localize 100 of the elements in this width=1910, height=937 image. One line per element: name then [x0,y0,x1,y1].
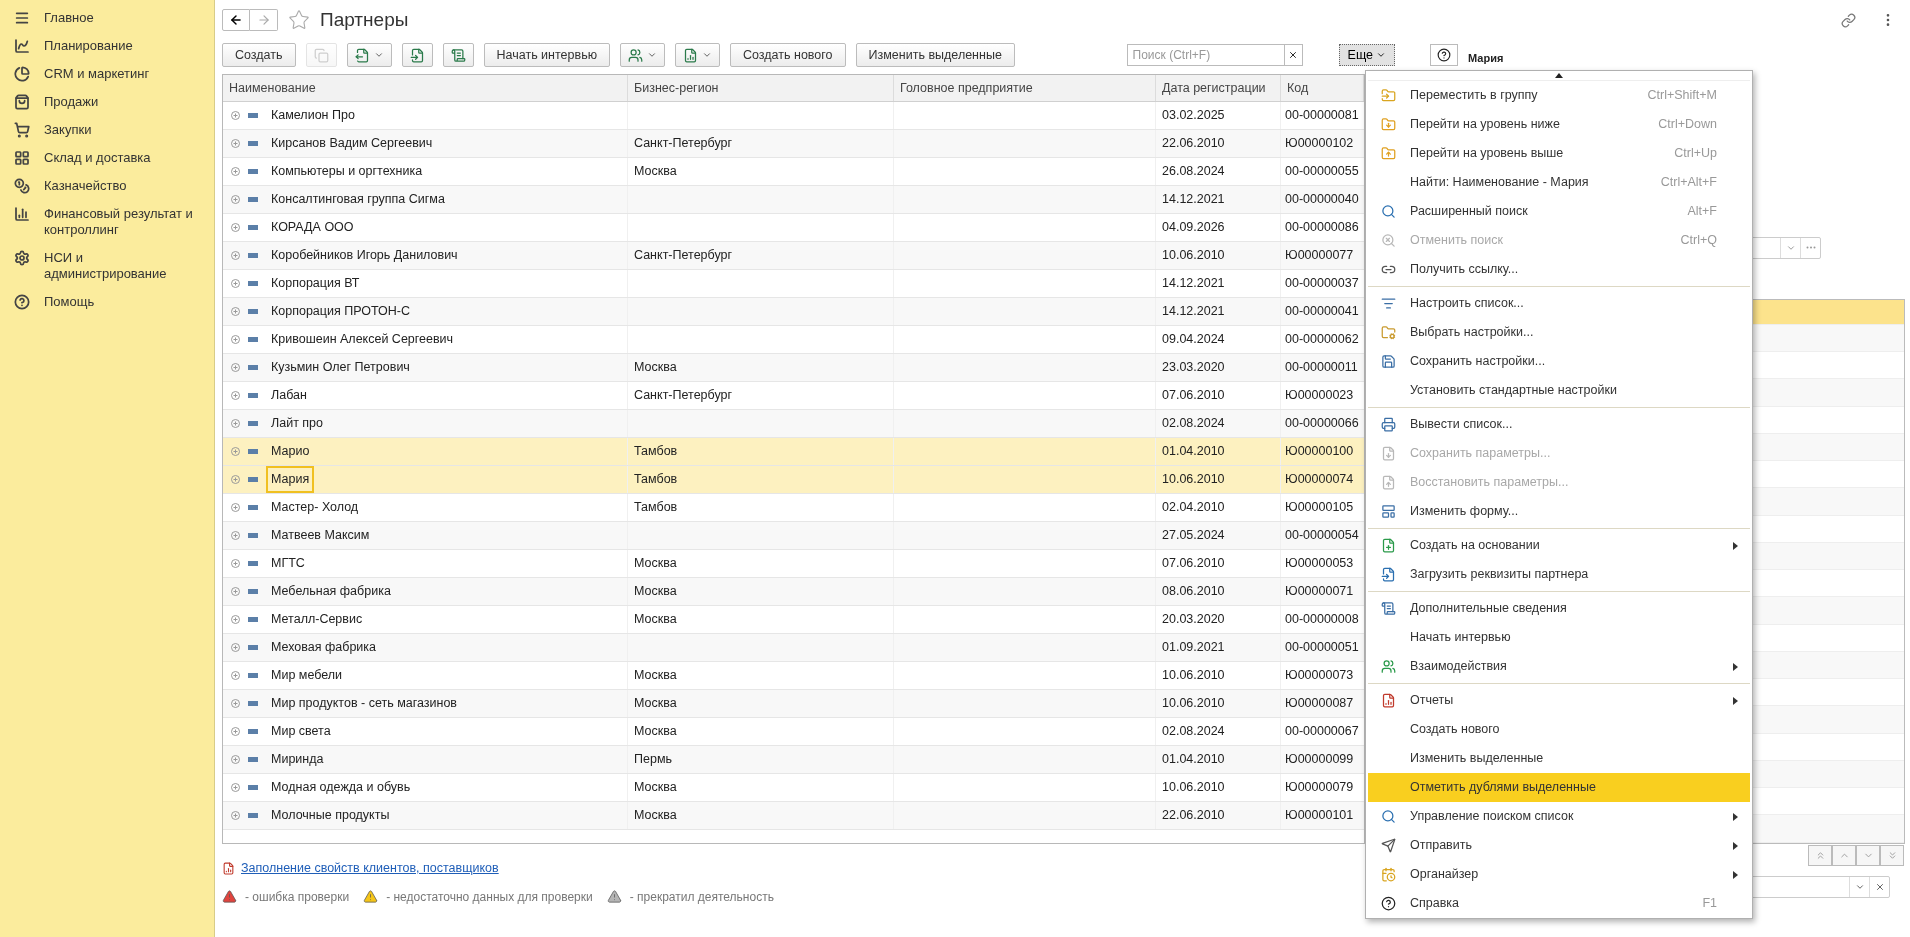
date-cell-text: 10.06.2010 [1162,667,1225,685]
table-row[interactable]: Меховая фабрика 01.09.2021 00-00000051 [223,634,1364,662]
name-cell-text: МГТС [270,555,306,573]
region-cell-text: Москва [634,807,677,825]
menu-item[interactable]: Вывести список... [1368,410,1750,439]
shortcut-label: Alt+F [1687,203,1717,221]
date-cell-text: 08.06.2010 [1162,583,1225,601]
name-cell-text: Матвеев Максим [270,527,371,545]
menu-item[interactable]: Сохранить настройки... [1368,347,1750,376]
table-row[interactable]: Мир продуктов - сеть магазинов Москва 10.06.2010 Ю00000087 [223,690,1364,718]
region-cell-text: Тамбов [634,499,678,517]
name-cell-text: Металл-Сервис [270,611,364,629]
date-cell-text: 22.06.2010 [1162,807,1225,825]
menu-item[interactable]: Органайзер [1368,860,1750,889]
column-header[interactable]: Дата регистрации [1156,75,1281,101]
code-cell-text: 00-00000066 [1285,415,1359,433]
sidebar-item[interactable]: Планирование [0,32,214,60]
table-row[interactable]: Матвеев Максим 27.05.2024 00-00000054 [223,522,1364,550]
table-row[interactable]: Лайт про 02.08.2024 00-00000066 [223,410,1364,438]
table-row[interactable]: Молочные продукты Москва 22.06.2010 Ю00000101 [223,802,1364,830]
code-cell-text: Ю00000053 [1285,555,1354,573]
menu-item[interactable]: Найти: Наименование - Мария Ctrl+Alt+F [1368,168,1750,197]
code-cell-text: 00-00000086 [1285,219,1359,237]
menu-item[interactable]: Настроить список... [1368,289,1750,318]
menu-item[interactable]: Переместить в группу Ctrl+Shift+M [1368,81,1750,110]
menu-item[interactable]: Перейти на уровень ниже Ctrl+Down [1368,110,1750,139]
sidebar-item[interactable]: Продажи [0,88,214,116]
sidebar-item[interactable]: Закупки [0,116,214,144]
region-cell-text: Тамбов [634,471,678,489]
menu-item[interactable]: Создать на основании [1368,531,1750,560]
region-cell-text: Москва [634,723,677,741]
menu-item[interactable]: Отчеты [1368,686,1750,715]
column-header[interactable]: Бизнес-регион [628,75,894,101]
region-cell-text: Санкт-Петербург [634,387,733,405]
toolbar-button[interactable]: Изменить выделенные [855,43,1015,67]
code-cell-text: Ю00000105 [1285,499,1354,517]
table-row[interactable]: Консалтинговая группа Сигма 14.12.2021 00-00000040 [223,186,1364,214]
sidebar-item[interactable]: Помощь [0,288,214,316]
table-row[interactable]: Мария Тамбов 10.06.2010 Ю00000074 [223,466,1364,494]
table-row[interactable]: Корпорация ПРОТОН-С 14.12.2021 00-00000041 [223,298,1364,326]
menu-item[interactable]: Расширенный поиск Alt+F [1368,197,1750,226]
menu-item[interactable]: Изменить выделенные [1368,744,1750,773]
menu-item[interactable]: Дополнительные сведения [1368,594,1750,623]
table-row[interactable]: Марио Тамбов 01.04.2010 Ю00000100 [223,438,1364,466]
region-cell-text: Москва [634,163,677,181]
menu-item[interactable]: Выбрать настройки... [1368,318,1750,347]
table-row[interactable]: Мир света Москва 02.08.2024 00-00000067 [223,718,1364,746]
more-button[interactable]: Еще [1338,44,1395,66]
table-row[interactable]: Кирсанов Вадим Сергеевич Санкт-Петербург 22.06.2010 Ю00000102 [223,130,1364,158]
date-cell-text: 14.12.2021 [1162,191,1225,209]
column-header[interactable]: Наименование [223,75,628,101]
region-cell-text: Санкт-Петербург [634,247,733,265]
table-row[interactable]: Модная одежда и обувь Москва 10.06.2010 Ю00000079 [223,774,1364,802]
table-row[interactable]: Кузьмин Олег Петрович Москва 23.03.2020 00-00000011 [223,354,1364,382]
menu-item[interactable]: Отметить дублями выделенные [1368,773,1750,802]
table-row[interactable]: Мастер- Холод Тамбов 02.04.2010 Ю00000105 [223,494,1364,522]
date-cell-text: 23.03.2020 [1162,359,1225,377]
menu-item[interactable]: Установить стандартные настройки [1368,376,1750,405]
table-row[interactable]: Мебельная фабрика Москва 08.06.2010 Ю00000071 [223,578,1364,606]
table-row[interactable]: Компьютеры и оргтехника Москва 26.08.2024 00-00000055 [223,158,1364,186]
date-cell-text: 27.05.2024 [1162,527,1225,545]
column-header[interactable]: Головное предприятие [894,75,1156,101]
table-row[interactable]: Миринда Пермь 01.04.2010 Ю00000099 [223,746,1364,774]
column-header[interactable]: Код [1281,75,1364,101]
menu-item[interactable]: Отправить [1368,831,1750,860]
table-row[interactable]: Мир мебели Москва 10.06.2010 Ю00000073 [223,662,1364,690]
menu-item[interactable]: Управление поиском список [1368,802,1750,831]
sidebar-item[interactable]: НСИ и администрирование [0,244,214,288]
region-cell-text: Москва [634,667,677,685]
toolbar-button[interactable]: Создать [222,43,296,67]
toolbar-button[interactable]: Начать интервью [483,43,611,67]
menu-item[interactable]: Получить ссылку... [1368,255,1750,284]
sidebar-item[interactable]: CRM и маркетинг [0,60,214,88]
search-field[interactable]: Поиск (Ctrl+F) [1126,44,1285,66]
table-row[interactable]: Корпорация ВТ 14.12.2021 00-00000037 [223,270,1364,298]
table-row[interactable]: Камелион Про 03.02.2025 00-00000081 [223,102,1364,130]
menu-item[interactable]: Перейти на уровень выше Ctrl+Up [1368,139,1750,168]
name-cell-text: Лайт про [270,415,324,433]
menu-item[interactable]: Взаимодействия [1368,652,1750,681]
menu-item[interactable]: Изменить форму... [1368,497,1750,526]
menu-item[interactable]: Начать интервью [1368,623,1750,652]
table-row[interactable]: Лабан Санкт-Петербург 07.06.2010 Ю00000023 [223,382,1364,410]
sidebar-item[interactable]: Финансовый результат и контроллинг [0,200,214,244]
table-row[interactable]: МГТС Москва 07.06.2010 Ю00000053 [223,550,1364,578]
sidebar-item[interactable]: Склад и доставка [0,144,214,172]
code-cell-text: 00-00000081 [1285,107,1359,125]
table-row[interactable]: Коробейников Игорь Данилович Санкт-Петербург 10.06.2010 Ю00000077 [223,242,1364,270]
toolbar-button[interactable]: Создать нового [730,43,846,67]
menu-item[interactable]: Загрузить реквизиты партнера [1368,560,1750,589]
sidebar-item[interactable]: Казначейство [0,172,214,200]
code-cell-text: Ю00000074 [1285,471,1354,489]
sidebar-item[interactable]: Главное [0,4,214,32]
fill-properties-link[interactable]: Заполнение свойств клиентов, поставщиков [241,859,499,878]
menu-item[interactable]: Создать нового [1368,715,1750,744]
shortcut-label: F1 [1702,895,1717,913]
code-cell-text: Ю00000101 [1285,807,1354,825]
table-row[interactable]: Кривошеин Алексей Сергеевич 09.04.2024 00-00000062 [223,326,1364,354]
table-row[interactable]: Металл-Сервис Москва 20.03.2020 00-00000008 [223,606,1364,634]
menu-item[interactable]: Справка F1 [1368,889,1750,918]
table-row[interactable]: КОРАДА ООО 04.09.2026 00-00000086 [223,214,1364,242]
